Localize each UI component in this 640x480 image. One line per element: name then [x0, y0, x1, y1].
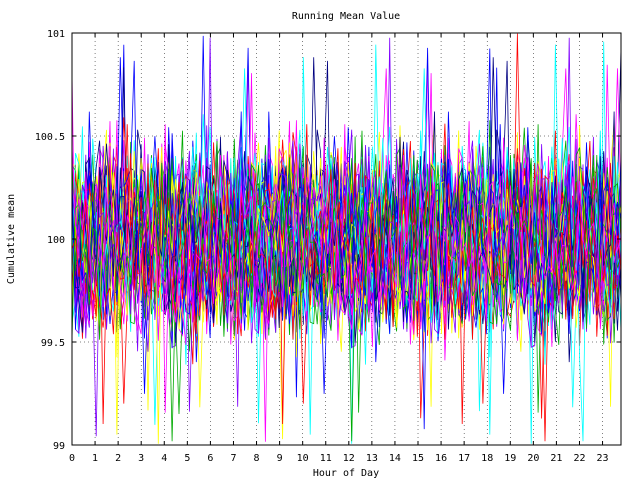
- x-axis-label: Hour of Day: [313, 468, 379, 479]
- x-tick-label: 18: [481, 453, 493, 464]
- y-tick-label: 99: [53, 441, 65, 452]
- chart-canvas: Running Mean Value 9999.5100100.5101 012…: [6, 11, 622, 479]
- x-tick-label: 6: [207, 453, 213, 464]
- x-tick-label: 4: [161, 453, 167, 464]
- chart-title: Running Mean Value: [292, 11, 400, 22]
- x-tick-label: 17: [458, 453, 470, 464]
- x-tick-label: 21: [550, 453, 562, 464]
- y-tick-label: 100.5: [35, 132, 65, 143]
- x-tick-label: 5: [184, 453, 190, 464]
- y-tick-label: 99.5: [41, 338, 65, 349]
- series-group: [71, 33, 622, 444]
- x-tick-label: 1: [92, 453, 98, 464]
- x-tick-label: 16: [435, 453, 447, 464]
- x-tick-label: 14: [389, 453, 401, 464]
- x-tick-label: 15: [412, 453, 424, 464]
- x-tick-label: 2: [115, 453, 121, 464]
- y-axis-label: Cumulative mean: [6, 194, 17, 284]
- x-tick-label: 9: [277, 453, 283, 464]
- x-tick-label: 12: [343, 453, 355, 464]
- x-tick-label: 3: [138, 453, 144, 464]
- x-tick-label: 0: [69, 453, 75, 464]
- x-tick-label: 13: [366, 453, 378, 464]
- y-tick-label: 101: [47, 29, 65, 40]
- x-tick-label: 11: [320, 453, 332, 464]
- x-tick-label: 23: [597, 453, 609, 464]
- x-tick-label: 20: [527, 453, 539, 464]
- x-tick-label: 8: [254, 453, 260, 464]
- x-tick-label: 19: [504, 453, 516, 464]
- y-tick-label: 100: [47, 235, 65, 246]
- x-tick-label: 7: [230, 453, 236, 464]
- x-tick-label: 22: [573, 453, 585, 464]
- x-tick-label: 10: [297, 453, 309, 464]
